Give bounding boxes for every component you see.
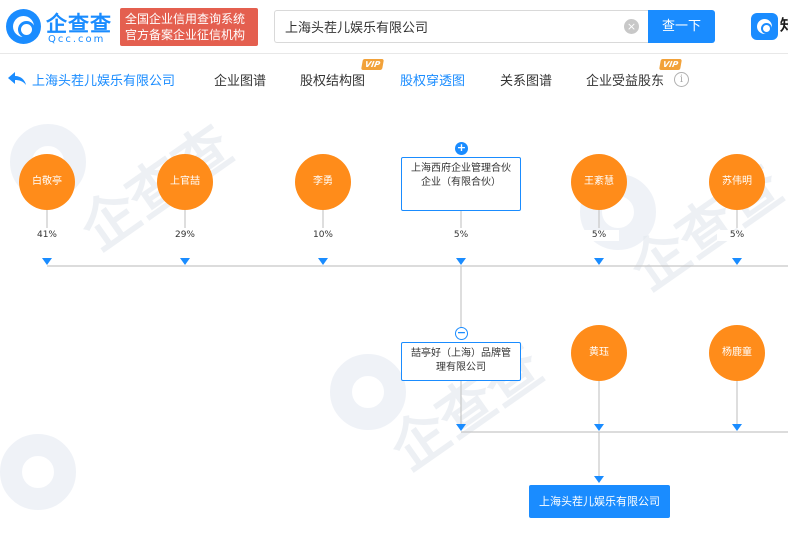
tab-equity-penetration[interactable]: 股权穿透图 (400, 70, 465, 89)
vip-badge: VIP (361, 59, 385, 70)
holding-percent: 5% (441, 230, 481, 241)
search-input[interactable] (275, 11, 615, 42)
holding-percent: 10% (303, 230, 343, 241)
target-company-node[interactable]: 上海头茬儿娱乐有限公司 (529, 485, 670, 518)
holding-percent: 5% (579, 230, 619, 241)
tab-enterprise-graph[interactable]: 企业图谱 (214, 70, 266, 89)
qcc-logo[interactable]: 企查查 Qcc.com (6, 8, 116, 46)
holding-percent: 29% (165, 230, 205, 241)
search-button[interactable]: 查一下 (648, 10, 715, 43)
holding-percent: 5% (717, 230, 757, 241)
qcc-logo-icon (6, 9, 41, 44)
cert-line-1: 全国企业信用查询系统 (125, 12, 246, 26)
search-box: × (274, 10, 648, 43)
app-name-text[interactable]: 知 (780, 14, 788, 35)
equity-penetration-graph: 企查查 企查查 企查查 (0, 104, 788, 538)
shareholder-node[interactable]: 苏伟明 (709, 154, 765, 210)
company-name-link[interactable]: 上海头茬儿娱乐有限公司 (32, 70, 175, 89)
cert-line-2: 官方备案企业征信机构 (125, 28, 246, 42)
shareholder-node[interactable]: 黄珏 (571, 325, 627, 381)
logo-domain: Qcc.com (48, 34, 106, 45)
back-arrow-icon[interactable] (8, 72, 26, 86)
top-header: 企查查 Qcc.com 全国企业信用查询系统 官方备案企业征信机构 × 查一下 … (0, 0, 788, 54)
collapse-minus-icon[interactable]: − (455, 327, 468, 340)
graph-nav-bar: 上海头茬儿娱乐有限公司 企业图谱 股权结构图 VIP 股权穿透图 关系图谱 企业… (0, 54, 788, 104)
tab-relation-graph[interactable]: 关系图谱 (500, 70, 552, 89)
tab-beneficial-owners[interactable]: 企业受益股东 (586, 70, 664, 89)
info-icon[interactable]: i (674, 72, 689, 87)
certification-badge: 全国企业信用查询系统 官方备案企业征信机构 (120, 8, 258, 46)
shareholder-node[interactable]: 上官喆 (157, 154, 213, 210)
shareholder-node[interactable]: 白敬亭 (19, 154, 75, 210)
clear-icon[interactable]: × (624, 19, 639, 34)
shareholder-node[interactable]: 李勇 (295, 154, 351, 210)
holding-percent: 41% (27, 230, 67, 241)
company-shareholder-node[interactable]: 喆亭好（上海）品牌管理有限公司 (401, 342, 521, 381)
vip-badge: VIP (659, 59, 683, 70)
app-window: 企查查 Qcc.com 全国企业信用查询系统 官方备案企业征信机构 × 查一下 … (0, 0, 788, 538)
expand-plus-icon[interactable]: + (455, 142, 468, 155)
tab-equity-structure[interactable]: 股权结构图 (300, 70, 365, 89)
connector-lines (42, 210, 788, 483)
company-shareholder-node[interactable]: 上海西府企业管理合伙企业（有限合伙） (401, 157, 521, 211)
shareholder-node[interactable]: 王紊慧 (571, 154, 627, 210)
shareholder-node[interactable]: 杨鹿童 (709, 325, 765, 381)
app-logo-icon[interactable] (751, 13, 778, 40)
